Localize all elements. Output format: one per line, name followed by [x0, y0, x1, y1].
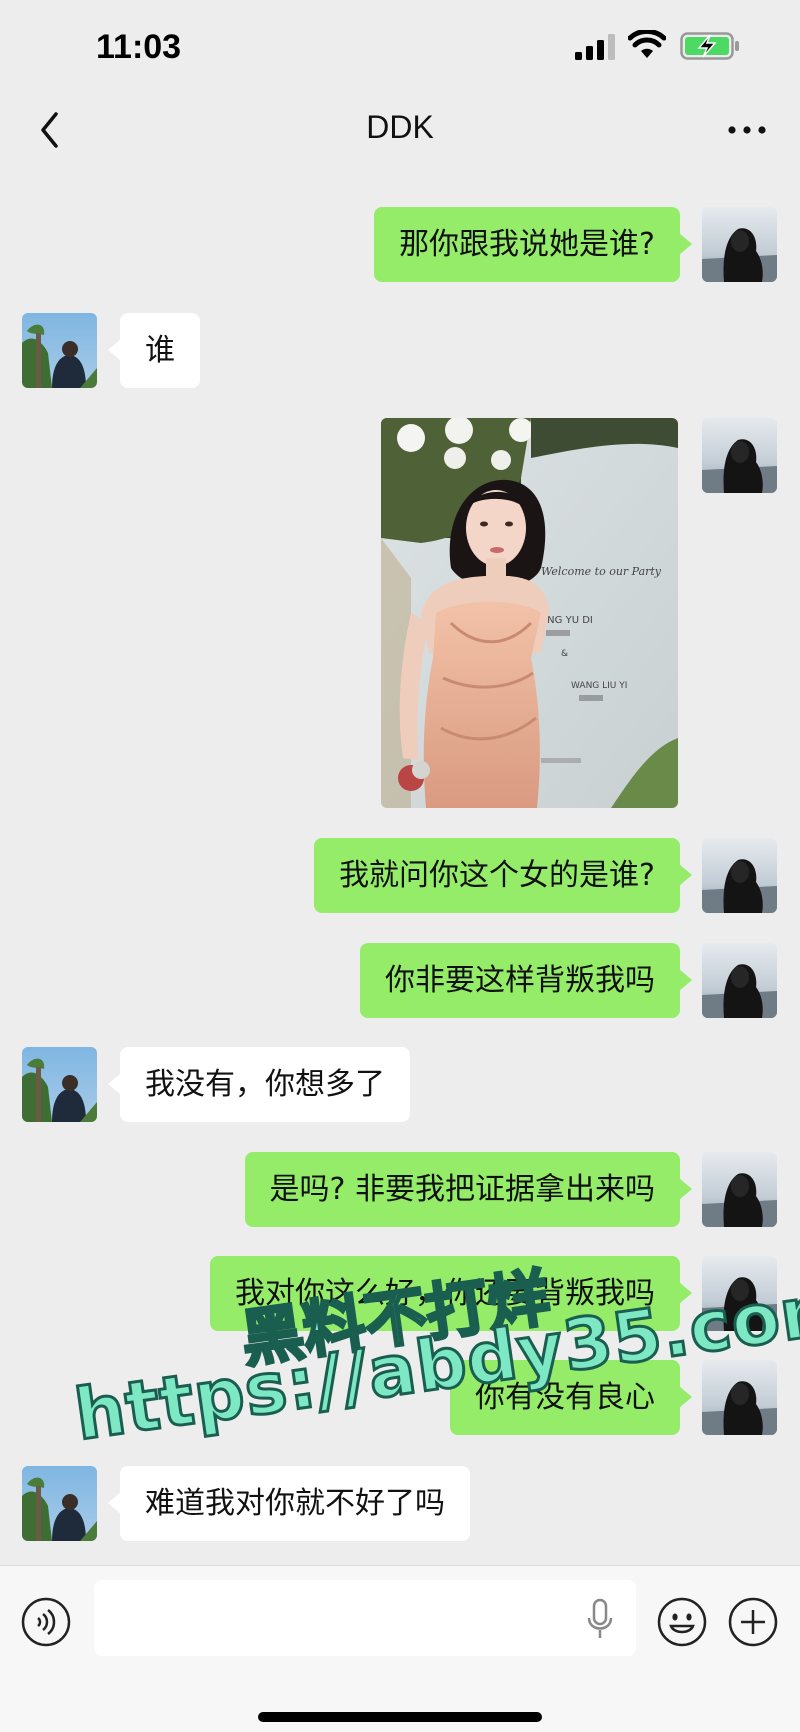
my-avatar[interactable] [702, 1152, 777, 1227]
input-bar [0, 1565, 800, 1732]
my-avatar[interactable] [702, 1256, 777, 1331]
message-bubble-sent[interactable]: 你非要这样背叛我吗 [360, 943, 692, 1018]
photo-sign-name-2: WANG LIU YI [571, 681, 627, 691]
status-bar: 11:03 [0, 0, 800, 95]
message-row: 我对你这么好，你还要背叛我吗 [0, 1256, 800, 1331]
emoji-icon[interactable] [656, 1596, 708, 1648]
message-bubble-sent[interactable]: 那你跟我说她是谁? [374, 207, 692, 282]
message-row: 我就问你这个女的是谁? [0, 838, 800, 913]
microphone-icon[interactable] [584, 1598, 616, 1640]
more-dots-icon[interactable] [722, 115, 772, 145]
message-bubble-sent[interactable]: 是吗? 非要我把证据拿出来吗 [244, 1152, 693, 1227]
message-row: 你非要这样背叛我吗 [0, 943, 800, 1018]
message-row: 是吗? 非要我把证据拿出来吗 [0, 1152, 800, 1227]
my-avatar[interactable] [702, 943, 777, 1018]
message-bubble-received[interactable]: 难道我对你就不好了吗 [108, 1466, 470, 1541]
image-message[interactable]: Welcome to our Party WANG YU DI & WANG L… [381, 418, 678, 808]
message-bubble-received[interactable]: 我没有，你想多了 [108, 1047, 410, 1122]
message-row: 那你跟我说她是谁? [0, 207, 800, 282]
message-bubble-sent[interactable]: 你有没有良心 [450, 1360, 692, 1435]
my-avatar[interactable] [702, 207, 777, 282]
message-row: 难道我对你就不好了吗 [0, 1466, 800, 1541]
contact-avatar[interactable] [22, 313, 97, 388]
signal-icon [575, 34, 615, 60]
my-avatar[interactable] [702, 1360, 777, 1435]
my-avatar[interactable] [702, 838, 777, 913]
contact-avatar[interactable] [22, 1466, 97, 1541]
chat-title: DDK [366, 109, 434, 145]
status-time: 11:03 [96, 28, 182, 66]
voice-icon[interactable] [20, 1596, 72, 1648]
message-bubble-received[interactable]: 谁 [108, 313, 200, 388]
photo-sign-amp: & [561, 649, 568, 659]
message-row: 你有没有良心 [0, 1360, 800, 1435]
message-row: 谁 [0, 313, 800, 388]
chat-header: DDK [0, 95, 800, 165]
message-bubble-sent[interactable]: 我对你这么好，你还要背叛我吗 [210, 1256, 692, 1331]
message-bubble-sent[interactable]: 我就问你这个女的是谁? [314, 838, 692, 913]
contact-avatar[interactable] [22, 1047, 97, 1122]
my-avatar[interactable] [702, 418, 777, 493]
home-indicator[interactable] [258, 1712, 542, 1722]
message-row: Welcome to our Party WANG YU DI & WANG L… [0, 418, 800, 808]
wifi-icon [628, 30, 666, 58]
message-input[interactable] [94, 1580, 636, 1656]
photo-sign-welcome: Welcome to our Party [541, 565, 662, 578]
message-row: 我没有，你想多了 [0, 1047, 800, 1122]
battery-charging-icon [680, 32, 739, 60]
plus-icon[interactable] [727, 1596, 779, 1648]
